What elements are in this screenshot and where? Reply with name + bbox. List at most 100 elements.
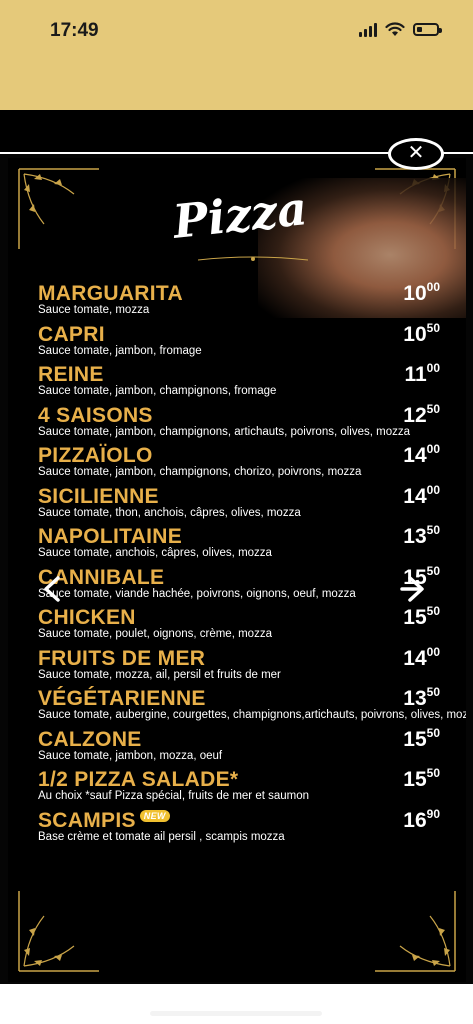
status-icons (359, 22, 442, 37)
menu-item: CANNIBALE Sauce tomate, viande hachée, po… (38, 564, 440, 607)
menu-item-price: 1350 (403, 523, 440, 549)
price-cents: 50 (426, 685, 440, 699)
menu-item-description: Sauce tomate, jambon, champignons, artic… (38, 425, 411, 438)
menu-item-name: CALZONE (38, 728, 142, 752)
menu-item: SICILIENNE Sauce tomate, thon, anchois, c… (38, 482, 440, 526)
ornament-corner-icon (375, 891, 456, 972)
menu-item-name: MARGUARITA (38, 282, 183, 306)
chevron-left-icon[interactable] (36, 572, 70, 606)
menu-item-description: Au choix *sauf Pizza spécial, fruits de … (38, 790, 310, 802)
price-cents: 50 (426, 320, 440, 335)
menu-item: 4 SAISONS Sauce tomate, jambon, champigno… (38, 401, 440, 445)
price-euros: 15 (403, 768, 427, 791)
menu-item-description: Sauce tomate, jambon, champignons, chori… (38, 466, 362, 478)
menu-item: NAPOLITAINE Sauce tomate, anchois, câpres… (38, 523, 440, 566)
menu-item-name: NAPOLITAINE (38, 525, 182, 549)
menu-item-description: Sauce tomate, jambon, champignons, froma… (38, 385, 277, 397)
price-euros: 14 (403, 484, 427, 508)
menu-items-list: MARGUARITA Sauce tomate, mozza 1000 CAPRI Sa… (38, 280, 466, 850)
price-euros: 14 (403, 444, 427, 467)
status-time: 17:49 (50, 20, 99, 41)
price-euros: 10 (403, 282, 427, 305)
menu-item: CALZONE Sauce tomate, jambon, mozza, oeuf… (38, 725, 440, 769)
wifi-icon (385, 22, 405, 36)
price-cents: 00 (426, 361, 440, 375)
chevron-right-icon[interactable] (398, 572, 432, 606)
menu-item-price: 1100 (404, 361, 440, 387)
bottom-safe-area (0, 984, 473, 1024)
menu-item-name-text: SICILIENNE (38, 484, 159, 508)
menu-item-name: SICILIENNE (38, 485, 159, 509)
menu-item-price: 1400 (403, 442, 440, 468)
menu-item-description: Sauce tomate, viande hachée, poivrons, o… (38, 587, 356, 600)
menu-item-description: Sauce tomate, anchois, câpres, olives, m… (38, 547, 272, 559)
menu-item-description: Sauce tomate, mozza (38, 304, 150, 316)
menu-item-name-text: 1/2 PIZZA SALADE* (38, 768, 239, 791)
title-ornament-icon (198, 256, 308, 261)
price-cents: 90 (426, 806, 440, 821)
menu-item-description: Sauce tomate, mozza, ail, persil et frui… (38, 668, 281, 681)
close-icon: ✕ (407, 142, 425, 164)
menu-item: VÉGÉTARIENNE Sauce tomate, aubergine, cou… (38, 685, 466, 728)
price-euros: 11 (404, 363, 427, 386)
home-indicator[interactable] (150, 1011, 322, 1016)
menu-item: CHICKEN Sauce tomate, poulet, oignons, cr… (38, 604, 440, 647)
menu-item-price: 1000 (403, 280, 440, 306)
menu-item-name: PIZZAÏOLO (38, 444, 153, 468)
menu-item: REINE Sauce tomate, jambon, champignons, … (38, 361, 440, 404)
price-cents: 00 (426, 280, 440, 294)
menu-item-price: 1550 (403, 725, 440, 752)
menu-item-name-text: NAPOLITAINE (38, 525, 183, 548)
menu-item-name: SCAMPIS NEW (38, 809, 170, 833)
price-cents: 50 (426, 523, 440, 537)
menu-item-name-text: REINE (38, 363, 104, 386)
menu-item: SCAMPIS NEW Base crème et tomate ail persi… (38, 806, 440, 850)
menu-item-description: Sauce tomate, jambon, mozza, oeuf (38, 749, 223, 762)
menu-item-price: 1690 (403, 806, 440, 833)
cellular-signal-icon (359, 22, 377, 37)
menu-item-description: Sauce tomate, jambon, fromage (38, 344, 202, 357)
menu-item-description: Sauce tomate, aubergine, courgettes, cha… (38, 709, 466, 721)
menu-item-name-text: CAPRI (38, 322, 105, 346)
price-euros: 15 (403, 606, 427, 629)
menu-item-price: 1550 (403, 766, 440, 792)
price-cents: 50 (426, 401, 440, 416)
price-cents: 00 (426, 482, 440, 497)
close-button[interactable]: ✕ (388, 138, 444, 170)
menu-item: PIZZAÏOLO Sauce tomate, jambon, champigno… (38, 442, 440, 485)
price-cents: 50 (426, 604, 440, 618)
menu-item-name-text: VÉGÉTARIENNE (38, 687, 206, 710)
ornament-corner-icon (18, 891, 99, 972)
price-cents: 00 (426, 644, 440, 659)
menu-item-name-text: FRUITS DE MER (38, 646, 206, 670)
menu-item-name-text: PIZZAÏOLO (38, 444, 153, 467)
menu-item-description: Sauce tomate, thon, anchois, câpres, oli… (38, 506, 301, 519)
menu-item-name: CHICKEN (38, 606, 136, 630)
menu-item-name: 4 SAISONS (38, 404, 153, 428)
price-euros: 16 (403, 808, 427, 832)
new-badge: NEW (139, 809, 170, 822)
pizza-menu-image: Pizza MARGUARITA Sauce tomate, mozza 1000 C… (8, 158, 466, 982)
ornament-corner-icon (18, 168, 99, 249)
price-euros: 13 (403, 525, 427, 548)
menu-item-name: REINE (38, 363, 104, 387)
menu-item-description: Base crème et tomate ail persil , scampi… (38, 830, 285, 843)
menu-item-description: Sauce tomate, poulet, oignons, crème, mo… (38, 628, 272, 640)
price-euros: 15 (403, 727, 427, 751)
status-bar: 17:49 (0, 0, 473, 110)
menu-item: 1/2 PIZZA SALADE* Au choix *sauf Pizza sp… (38, 766, 440, 809)
price-euros: 13 (403, 687, 427, 710)
battery-icon (413, 23, 442, 36)
menu-item: CAPRI Sauce tomate, jambon, fromage 1050 (38, 320, 440, 364)
menu-item-name-text: CALZONE (38, 727, 142, 751)
menu-item-price: 1050 (403, 320, 440, 347)
menu-item: FRUITS DE MER Sauce tomate, mozza, ail, p… (38, 644, 440, 688)
menu-item: MARGUARITA Sauce tomate, mozza 1000 (38, 280, 440, 323)
price-cents: 50 (426, 725, 440, 740)
price-cents: 00 (426, 442, 440, 456)
price-euros: 14 (403, 646, 427, 670)
menu-item-name-text: 4 SAISONS (38, 403, 153, 427)
menu-item-name: CAPRI (38, 323, 105, 347)
menu-item-name-text: MARGUARITA (38, 282, 183, 305)
menu-item-price: 1350 (403, 685, 440, 711)
